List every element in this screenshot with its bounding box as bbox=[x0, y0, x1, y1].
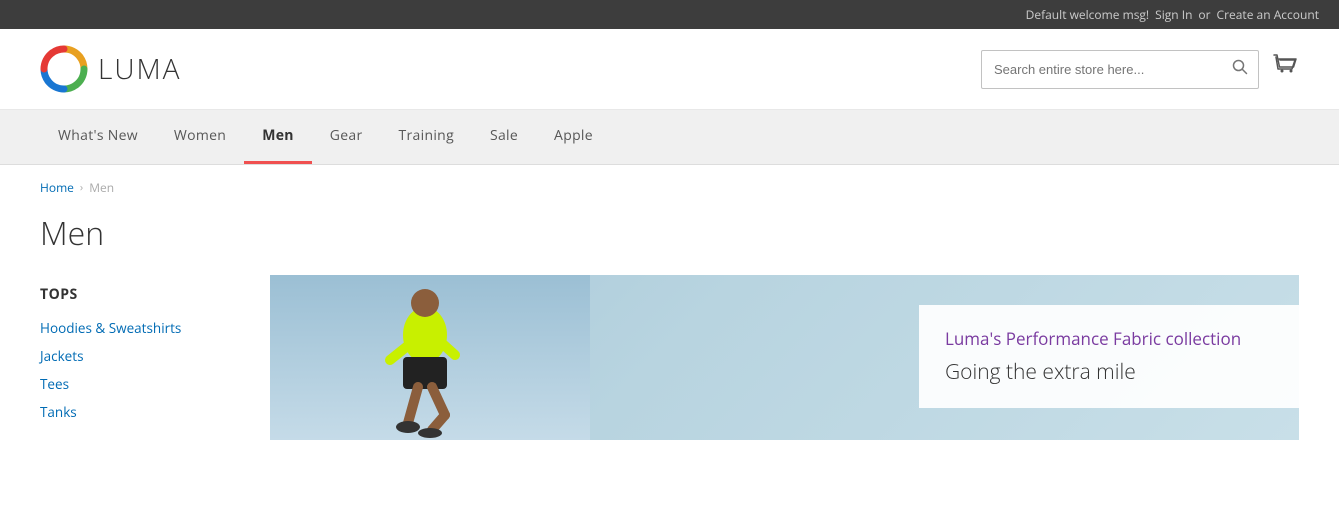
sidebar-item-jackets[interactable]: Jackets bbox=[40, 342, 240, 370]
search-wrapper bbox=[981, 50, 1259, 89]
nav-item-what's-new[interactable]: What's New bbox=[40, 110, 156, 164]
search-icon bbox=[1232, 59, 1248, 75]
sidebar-item-tees[interactable]: Tees bbox=[40, 370, 240, 398]
create-account-link[interactable]: Create an Account bbox=[1217, 6, 1319, 23]
header-right bbox=[981, 50, 1299, 89]
header: LUMA bbox=[0, 29, 1339, 110]
logo-icon bbox=[40, 45, 88, 93]
breadcrumb-separator: › bbox=[80, 180, 83, 195]
nav-item-apple[interactable]: Apple bbox=[536, 110, 611, 164]
nav-item-women[interactable]: Women bbox=[156, 110, 244, 164]
cart-icon bbox=[1273, 53, 1299, 79]
hero-text-box: Luma's Performance Fabric collection Goi… bbox=[919, 305, 1299, 408]
nav-item-sale[interactable]: Sale bbox=[472, 110, 536, 164]
hero-image bbox=[270, 275, 590, 440]
nav-item-training[interactable]: Training bbox=[381, 110, 472, 164]
sidebar-section-title: TOPS bbox=[40, 285, 240, 304]
main-content: TOPS Hoodies & SweatshirtsJacketsTeesTan… bbox=[0, 275, 1339, 475]
logo[interactable]: LUMA bbox=[40, 45, 181, 93]
hero-title: Luma's Performance Fabric collection bbox=[945, 327, 1273, 351]
content-area: Luma's Performance Fabric collection Goi… bbox=[270, 275, 1299, 475]
nav-item-men[interactable]: Men bbox=[244, 110, 312, 164]
sidebar: TOPS Hoodies & SweatshirtsJacketsTeesTan… bbox=[40, 275, 270, 475]
search-button[interactable] bbox=[1222, 51, 1258, 88]
breadcrumb-current: Men bbox=[89, 179, 114, 196]
welcome-message: Default welcome msg! bbox=[1026, 6, 1149, 23]
page-title: Men bbox=[0, 204, 1339, 275]
signin-link[interactable]: Sign In bbox=[1155, 6, 1192, 23]
top-bar: Default welcome msg! Sign In or Create a… bbox=[0, 0, 1339, 29]
breadcrumb: Home › Men bbox=[0, 165, 1339, 204]
sidebar-item-hoodies-and-sweatshirts[interactable]: Hoodies & Sweatshirts bbox=[40, 314, 240, 342]
hero-subtitle: Going the extra mile bbox=[945, 359, 1273, 386]
search-input[interactable] bbox=[982, 54, 1222, 85]
nav-item-gear[interactable]: Gear bbox=[312, 110, 381, 164]
hero-banner: Luma's Performance Fabric collection Goi… bbox=[270, 275, 1299, 440]
cart-button[interactable] bbox=[1273, 53, 1299, 85]
runner-illustration bbox=[270, 275, 590, 440]
main-nav: What's NewWomenMenGearTrainingSaleApple bbox=[0, 110, 1339, 165]
breadcrumb-home[interactable]: Home bbox=[40, 179, 74, 196]
sidebar-item-tanks[interactable]: Tanks bbox=[40, 398, 240, 426]
or-separator: or bbox=[1198, 6, 1210, 23]
logo-text: LUMA bbox=[98, 50, 181, 88]
